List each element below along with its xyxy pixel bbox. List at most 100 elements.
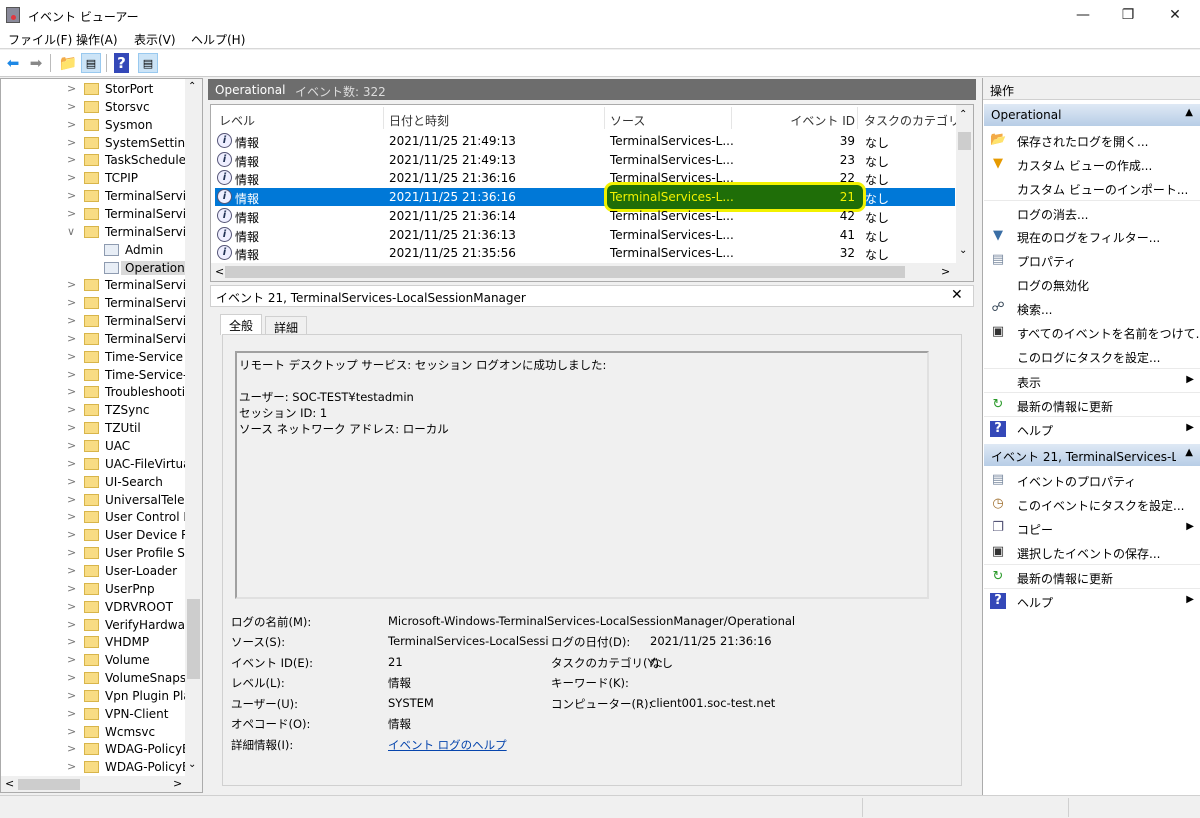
tree-item[interactable]: > WDAG-PolicyE — [1, 759, 186, 777]
tree-item[interactable]: > StorPort — [1, 81, 186, 99]
tree-item[interactable]: > VerifyHardware — [1, 617, 186, 635]
scroll-thumb[interactable] — [225, 266, 905, 278]
event-row[interactable]: i 情報 2021/11/25 21:36:14 TerminalServices-L… — [215, 207, 955, 225]
tree-item[interactable]: > User-Loader — [1, 563, 186, 581]
tree-item[interactable]: > UI-Search — [1, 474, 186, 492]
scroll-thumb[interactable] — [187, 599, 200, 679]
chevron-right-icon[interactable]: > — [67, 528, 76, 541]
tree-item[interactable]: > WDAG-PolicyE — [1, 741, 186, 759]
tree-item[interactable]: > VDRVROOT — [1, 599, 186, 617]
chevron-down-icon[interactable]: ∨ — [67, 225, 75, 238]
chevron-right-icon[interactable]: > — [67, 635, 76, 648]
tree-item[interactable]: > UserPnp — [1, 581, 186, 599]
chevron-right-icon[interactable]: > — [67, 136, 76, 149]
tree-item[interactable]: > User Profile Se — [1, 545, 186, 563]
tree-item[interactable]: ∨ TerminalServic — [1, 224, 186, 242]
close-button[interactable]: ✕ — [1160, 4, 1190, 26]
action-item[interactable]: ↻ 最新の情報に更新 — [984, 564, 1200, 588]
chevron-right-icon[interactable]: > — [67, 296, 76, 309]
chevron-right-icon[interactable]: > — [67, 582, 76, 595]
tree-item[interactable]: > Wcmsvc — [1, 724, 186, 742]
show-hide-action-pane-icon[interactable]: ▤ — [138, 53, 158, 73]
action-item[interactable]: ▼ 現在のログをフィルター... — [984, 224, 1200, 248]
chevron-right-icon[interactable]: > — [67, 207, 76, 220]
actions-section-header[interactable]: Operational ▲ — [984, 104, 1200, 126]
tab-general[interactable]: 全般 — [220, 314, 263, 335]
action-item[interactable]: ? ヘルプ ▶ — [984, 588, 1200, 612]
action-item[interactable]: ↻ 最新の情報に更新 — [984, 392, 1200, 416]
chevron-right-icon[interactable]: > — [67, 742, 76, 755]
action-item[interactable]: ログの無効化 — [984, 272, 1200, 296]
up-folder-icon[interactable]: 📁 — [58, 53, 78, 73]
chevron-right-icon[interactable]: > — [67, 314, 76, 327]
column-level[interactable]: レベル — [219, 112, 255, 129]
chevron-right-icon[interactable]: > — [67, 118, 76, 131]
tree-item[interactable]: > TerminalServic — [1, 206, 186, 224]
scroll-up-icon[interactable]: ⌃ — [959, 109, 967, 120]
action-item[interactable]: ☍ 検索... — [984, 296, 1200, 320]
chevron-right-icon[interactable]: > — [67, 350, 76, 363]
chevron-right-icon[interactable]: > — [67, 760, 76, 773]
action-item[interactable]: ログの消去... — [984, 200, 1200, 224]
minimize-button[interactable]: — — [1068, 4, 1098, 26]
maximize-button[interactable]: ❐ — [1113, 4, 1143, 26]
tree-item[interactable]: > SystemSettings — [1, 135, 186, 153]
event-row[interactable]: i 情報 2021/11/25 21:35:56 TerminalServices-L… — [215, 244, 955, 262]
forward-arrow-icon[interactable]: ➡ — [26, 53, 46, 73]
chevron-right-icon[interactable]: > — [67, 332, 76, 345]
scroll-thumb[interactable] — [958, 132, 971, 150]
menu-action[interactable]: 操作(A) — [76, 31, 118, 48]
chevron-right-icon[interactable]: > — [67, 600, 76, 613]
actions-section-header[interactable]: イベント 21, TerminalServices-Loc... ▲ — [984, 444, 1200, 466]
chevron-right-icon[interactable]: > — [67, 707, 76, 720]
back-arrow-icon[interactable]: ⬅ — [3, 53, 23, 73]
action-item[interactable]: 表示 ▶ — [984, 368, 1200, 392]
tree-item[interactable]: > Storsvc — [1, 99, 186, 117]
scroll-right-icon[interactable]: > — [173, 777, 182, 790]
event-message[interactable]: リモート デスクトップ サービス: セッション ログオンに成功しました: ユーザ… — [235, 351, 929, 599]
tree-item[interactable]: > User Device Re — [1, 527, 186, 545]
action-item[interactable]: ▤ イベントのプロパティ — [984, 468, 1200, 492]
chevron-right-icon[interactable]: > — [67, 421, 76, 434]
chevron-right-icon[interactable]: > — [67, 439, 76, 452]
chevron-right-icon[interactable]: > — [67, 618, 76, 631]
action-item[interactable]: ▼ カスタム ビューの作成... — [984, 152, 1200, 176]
action-item[interactable]: ❐ コピー ▶ — [984, 516, 1200, 540]
tree-item[interactable]: > UAC — [1, 438, 186, 456]
chevron-right-icon[interactable]: > — [67, 653, 76, 666]
tab-details[interactable]: 詳細 — [265, 316, 308, 335]
chevron-right-icon[interactable]: > — [67, 153, 76, 166]
tree-item[interactable]: > TCPIP — [1, 170, 186, 188]
action-item[interactable]: ▤ プロパティ — [984, 248, 1200, 272]
menu-view[interactable]: 表示(V) — [134, 31, 176, 48]
tree-item[interactable]: > Time-Service-P — [1, 367, 186, 385]
scroll-left-icon[interactable]: < — [215, 265, 224, 278]
column-event-id[interactable]: イベント ID — [771, 112, 855, 129]
action-item[interactable]: ◷ このイベントにタスクを設定... — [984, 492, 1200, 516]
action-item[interactable]: ? ヘルプ ▶ — [984, 416, 1200, 440]
chevron-right-icon[interactable]: > — [67, 689, 76, 702]
tree-vertical-scrollbar[interactable]: ⌃ ⌄ — [185, 79, 202, 776]
column-date[interactable]: 日付と時刻 — [389, 112, 449, 129]
scroll-up-icon[interactable]: ⌃ — [188, 81, 196, 92]
tree-item[interactable]: > Sysmon — [1, 117, 186, 135]
collapse-caret-icon[interactable]: ▲ — [1185, 107, 1193, 118]
action-item[interactable]: ▣ 選択したイベントの保存... — [984, 540, 1200, 564]
scroll-down-icon[interactable]: ⌄ — [959, 245, 967, 256]
tree-item[interactable]: > TZSync — [1, 402, 186, 420]
scroll-down-icon[interactable]: ⌄ — [188, 759, 196, 770]
tree-item[interactable]: > VPN-Client — [1, 706, 186, 724]
menu-help[interactable]: ヘルプ(H) — [191, 31, 245, 48]
chevron-right-icon[interactable]: > — [67, 385, 76, 398]
scroll-left-icon[interactable]: < — [5, 777, 14, 790]
chevron-right-icon[interactable]: > — [67, 475, 76, 488]
chevron-right-icon[interactable]: > — [67, 171, 76, 184]
tree-item[interactable]: > VHDMP — [1, 634, 186, 652]
action-item[interactable]: 📂 保存されたログを開く... — [984, 128, 1200, 152]
chevron-right-icon[interactable]: > — [67, 564, 76, 577]
tree-item[interactable]: > Troubleshootin — [1, 384, 186, 402]
chevron-right-icon[interactable]: > — [67, 493, 76, 506]
tree-item[interactable]: > User Control P — [1, 509, 186, 527]
chevron-right-icon[interactable]: > — [67, 189, 76, 202]
tree-horizontal-scrollbar[interactable]: < > — [1, 776, 202, 792]
